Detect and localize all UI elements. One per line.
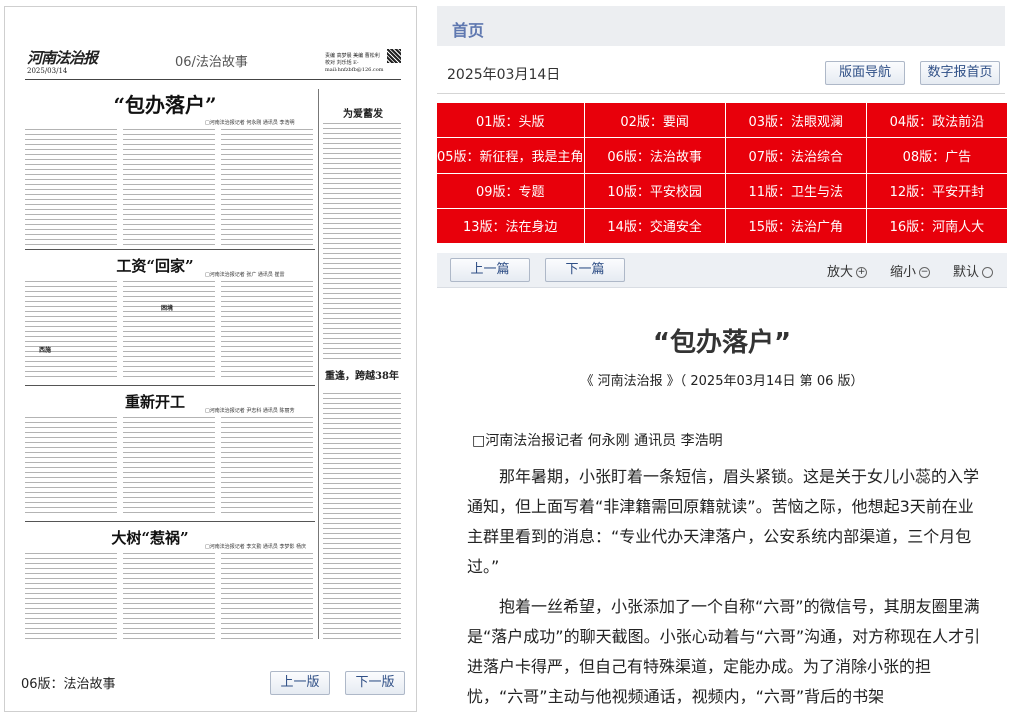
page-link-09[interactable]: 09版：专题 bbox=[437, 173, 584, 208]
sidebar-title-1[interactable]: 为爱蓄发 bbox=[343, 105, 383, 120]
next-page-button[interactable]: 下一版 bbox=[345, 671, 405, 695]
issue-date: 2025年03月14日 bbox=[447, 67, 561, 83]
prev-article-button[interactable]: 上一篇 bbox=[450, 258, 530, 282]
page-link-15[interactable]: 15版：法治广角 bbox=[725, 208, 866, 243]
page-link-06[interactable]: 06版：法治故事 bbox=[584, 138, 725, 173]
paper-text-block bbox=[123, 417, 215, 517]
home-nav-bar: 首页 bbox=[437, 6, 1005, 46]
sidebar-title-2[interactable]: 重逢，跨越38年 bbox=[325, 367, 399, 382]
date-bar: 2025年03月14日 版面导航 数字报首页 bbox=[437, 53, 1005, 94]
article-paragraph: 那年暑期，小张盯着一条短信，眉头紧锁。这是关于女儿小蕊的入学通知，但上面写着“非… bbox=[467, 467, 980, 576]
page-link-11[interactable]: 11版：卫生与法 bbox=[725, 173, 866, 208]
masthead: 河南法治报 2025/03/14 06/法治故事 责编 高梦晨 美编 曹松利 校… bbox=[25, 45, 401, 80]
default-size-label: 默认 bbox=[953, 265, 980, 280]
paper-article-title-2[interactable]: 工资“回家” bbox=[95, 255, 215, 276]
zoom-in-icon: + bbox=[856, 267, 868, 278]
paper-text-block bbox=[323, 123, 401, 363]
masthead-section: 06/法治故事 bbox=[175, 55, 248, 70]
article-divider bbox=[25, 249, 315, 250]
page-link-10[interactable]: 10版：平安校园 bbox=[584, 173, 725, 208]
masthead-editors: 责编 高梦晨 美编 曹松利 校对 刘乐恬 E-mail:hnfzbfb@126.… bbox=[325, 53, 384, 73]
paper-text-block bbox=[221, 417, 313, 517]
article-divider bbox=[25, 521, 315, 522]
next-article-button[interactable]: 下一篇 bbox=[545, 258, 625, 282]
paper-subhead: 困境 bbox=[161, 305, 174, 312]
article-byline: □河南法治报记者 何永刚 通讯员 李浩明 bbox=[472, 433, 723, 449]
page-navigation-button[interactable]: 版面导航 bbox=[825, 61, 905, 85]
column-divider bbox=[318, 89, 319, 639]
newspaper-logo: 河南法治报 bbox=[27, 49, 98, 67]
page-link-04[interactable]: 04版：政法前沿 bbox=[866, 103, 1007, 138]
paper-text-block bbox=[123, 129, 215, 245]
home-link[interactable]: 首页 bbox=[452, 17, 484, 41]
paper-article-title-1[interactable]: “包办落户” bbox=[75, 89, 255, 118]
paper-text-block bbox=[221, 553, 313, 639]
paper-article-title-3[interactable]: 重新开工 bbox=[95, 391, 215, 412]
article-paragraph: 抱着一丝希望，小张添加了一个自称“六哥”的微信号，其朋友圈里满是“落户成功”的聊… bbox=[467, 597, 981, 706]
page-link-05[interactable]: 05版：新征程，我是主角 bbox=[437, 138, 584, 173]
paper-text-block bbox=[25, 553, 117, 639]
zoom-out-control[interactable]: 缩小 − bbox=[890, 261, 931, 280]
paper-text-block bbox=[221, 281, 313, 381]
page-list-grid: 01版：头版 02版：要闻 03版：法眼观澜 04版：政法前沿 05版：新征程，… bbox=[437, 103, 1007, 243]
newspaper-page-image[interactable]: 河南法治报 2025/03/14 06/法治故事 责编 高梦晨 美编 曹松利 校… bbox=[25, 45, 401, 643]
paper-text-block bbox=[123, 553, 215, 639]
page-link-14[interactable]: 14版：交通安全 bbox=[584, 208, 725, 243]
article-toolbar: 上一篇 下一篇 放大 + 缩小 − 默认 bbox=[437, 253, 1007, 288]
paper-text-block bbox=[25, 129, 117, 245]
article-title: “包办落户” bbox=[652, 328, 792, 358]
page-link-03[interactable]: 03版：法眼观澜 bbox=[725, 103, 866, 138]
paper-text-block bbox=[221, 129, 313, 245]
paper-text-block bbox=[25, 417, 117, 517]
paper-article-byline-4: □河南法治报记者 李文勤 通讯员 李梦影 杨庆 bbox=[205, 544, 307, 550]
paper-subhead: 西施 bbox=[39, 347, 52, 354]
page-link-02[interactable]: 02版：要闻 bbox=[584, 103, 725, 138]
page-link-07[interactable]: 07版：法治综合 bbox=[725, 138, 866, 173]
page-link-13[interactable]: 13版：法在身边 bbox=[437, 208, 584, 243]
paper-text-block bbox=[25, 281, 117, 381]
page-link-08[interactable]: 08版：广告 bbox=[866, 138, 1007, 173]
paper-text-block bbox=[323, 393, 401, 639]
newspaper-page-panel: 河南法治报 2025/03/14 06/法治故事 责编 高梦晨 美编 曹松利 校… bbox=[4, 6, 417, 712]
default-size-icon bbox=[982, 267, 994, 278]
article-source: 《 河南法治报 》（ 2025年03月14日 第 06 版） bbox=[580, 374, 864, 389]
digital-home-button[interactable]: 数字报首页 bbox=[920, 61, 1000, 85]
page-link-16[interactable]: 16版：河南人大 bbox=[866, 208, 1007, 243]
masthead-date: 2025/03/14 bbox=[27, 67, 68, 75]
page-link-01[interactable]: 01版：头版 bbox=[437, 103, 584, 138]
zoom-in-control[interactable]: 放大 + bbox=[827, 261, 868, 280]
zoom-in-label: 放大 bbox=[827, 265, 854, 280]
zoom-out-icon: − bbox=[919, 267, 931, 278]
zoom-out-label: 缩小 bbox=[890, 265, 917, 280]
paper-article-byline-1: □河南法治报记者 何永刚 通讯员 李浩明 bbox=[205, 120, 295, 126]
paper-text-block bbox=[123, 281, 215, 381]
page-link-12[interactable]: 12版：平安开封 bbox=[866, 173, 1007, 208]
default-size-control[interactable]: 默认 bbox=[953, 261, 994, 280]
article-divider bbox=[25, 385, 315, 386]
paper-article-title-4[interactable]: 大树“惹祸” bbox=[90, 527, 210, 548]
paper-article-byline-3: □河南法治报记者 尹志科 通讯员 陈丽芳 bbox=[205, 408, 295, 414]
prev-page-button[interactable]: 上一版 bbox=[270, 671, 330, 695]
paper-article-byline-2: □河南法治报记者 张广 通讯员 崔雷 bbox=[205, 272, 285, 278]
current-page-label: 06版：法治故事 bbox=[21, 677, 116, 692]
qr-code-icon bbox=[387, 49, 401, 63]
